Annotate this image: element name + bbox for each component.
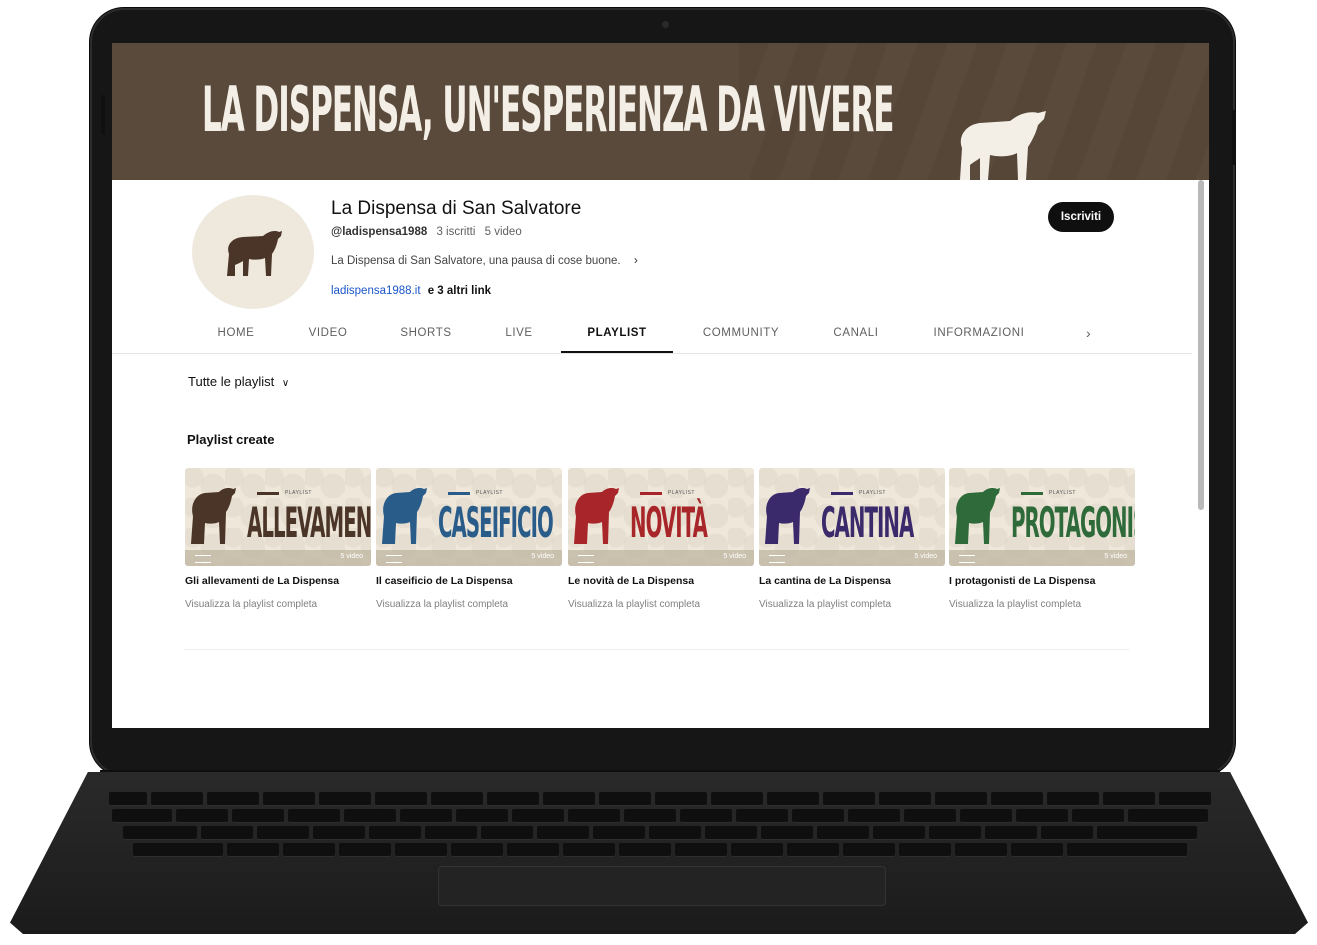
screen: LA DISPENSA, UN'ESPERIENZA DA VIVERE La … (112, 43, 1209, 728)
tag-text: PLAYLIST (668, 490, 695, 496)
tab-video[interactable]: VIDEO (298, 313, 358, 353)
thumbnail-word: CANTINA (821, 498, 914, 547)
playlist-thumbnail[interactable]: PLAYLIST CASEIFICIO 5 video (376, 468, 562, 566)
side-button (1232, 110, 1236, 165)
tab-canali[interactable]: CANALI (824, 313, 888, 353)
divider (184, 649, 1129, 650)
view-full-playlist-link[interactable]: Visualizza la playlist completa (376, 599, 562, 610)
video-count-badge: 5 video (340, 553, 363, 560)
video-count: 5 video (484, 226, 522, 238)
playlist-thumbnail[interactable]: PLAYLIST ALLEVAMENTI 5 video (185, 468, 371, 566)
bull-icon (955, 488, 1000, 544)
bull-icon (765, 488, 810, 544)
thumbnail-word: CASEIFICIO (438, 498, 554, 547)
thumbnail-tag: PLAYLIST (448, 490, 548, 496)
tab-playlist[interactable]: PLAYLIST (561, 313, 673, 353)
thumbnail-tag: PLAYLIST (257, 490, 357, 496)
thumbnail-tag: PLAYLIST (1021, 490, 1121, 496)
tab-live[interactable]: LIVE (496, 313, 542, 353)
channel-handle: @ladispensa1988 (331, 226, 428, 238)
tag-bar (448, 492, 470, 495)
playlist-icon (386, 555, 402, 563)
tab-shorts[interactable]: SHORTS (390, 313, 462, 353)
tab-informazioni[interactable]: INFORMAZIONI (924, 313, 1034, 353)
playlist-filter-label: Tutte le playlist (188, 374, 275, 389)
playlist-card[interactable]: PLAYLIST PROTAGONISTI 5 video I protagon… (949, 468, 1135, 610)
thumbnail-word: PROTAGONISTI (1011, 498, 1135, 547)
chevron-right-icon: › (633, 253, 638, 267)
thumbnail-tag: PLAYLIST (831, 490, 931, 496)
playlist-card[interactable]: PLAYLIST NOVITÀ 5 video Le novità de La … (568, 468, 754, 610)
playlist-card[interactable]: PLAYLIST ALLEVAMENTI 5 video Gli allevam… (185, 468, 371, 610)
tab-community[interactable]: COMMUNITY (694, 313, 788, 353)
view-full-playlist-link[interactable]: Visualizza la playlist completa (568, 599, 754, 610)
playlist-card[interactable]: PLAYLIST CASEIFICIO 5 video Il caseifici… (376, 468, 562, 610)
channel-description[interactable]: La Dispensa di San Salvatore, una pausa … (331, 253, 638, 267)
thumbnail-footer: 5 video (949, 550, 1135, 566)
bull-avatar-icon (227, 231, 282, 276)
section-title: Playlist create (187, 432, 275, 447)
video-count-badge: 5 video (531, 553, 554, 560)
tag-bar (640, 492, 662, 495)
subscriber-count: 3 iscritti (436, 226, 476, 238)
playlist-card[interactable]: PLAYLIST CANTINA 5 video La cantina de L… (759, 468, 945, 610)
view-full-playlist-link[interactable]: Visualizza la playlist completa (185, 599, 371, 610)
thumbnail-footer: 5 video (568, 550, 754, 566)
channel-tabs: HOME VIDEO SHORTS LIVE PLAYLIST COMMUNIT… (112, 313, 1192, 354)
view-full-playlist-link[interactable]: Visualizza la playlist completa (949, 599, 1135, 610)
channel-avatar[interactable] (192, 195, 314, 309)
thumbnail-footer: 5 video (376, 550, 562, 566)
tag-text: PLAYLIST (476, 490, 503, 496)
channel-links: ladispensa1988.it e 3 altri link (331, 285, 491, 297)
playlist-icon (959, 555, 975, 563)
playlist-thumbnail[interactable]: PLAYLIST PROTAGONISTI 5 video (949, 468, 1135, 566)
trackpad (438, 866, 886, 906)
bull-icon (574, 488, 619, 544)
bull-icon (382, 488, 427, 544)
bull-icon (191, 488, 236, 544)
playlist-title[interactable]: Gli allevamenti de La Dispensa (185, 575, 371, 587)
playlist-title[interactable]: La cantina de La Dispensa (759, 575, 945, 587)
channel-banner: LA DISPENSA, UN'ESPERIENZA DA VIVERE (112, 43, 1209, 180)
banner-title: LA DISPENSA, UN'ESPERIENZA DA VIVERE (202, 73, 894, 146)
subscribe-button[interactable]: Iscriviti (1048, 202, 1114, 232)
playlist-icon (769, 555, 785, 563)
playlist-thumbnail[interactable]: PLAYLIST CANTINA 5 video (759, 468, 945, 566)
tag-bar (831, 492, 853, 495)
bull-logo-icon (960, 111, 1046, 180)
channel-description-text: La Dispensa di San Salvatore, una pausa … (331, 255, 621, 267)
playlist-thumbnail[interactable]: PLAYLIST NOVITÀ 5 video (568, 468, 754, 566)
camera (662, 21, 669, 28)
tab-home[interactable]: HOME (204, 313, 268, 353)
thumbnail-word: NOVITÀ (630, 498, 708, 547)
thumbnail-footer: 5 video (759, 550, 945, 566)
chevron-down-icon: ∨ (281, 378, 290, 389)
scrollbar[interactable] (1198, 180, 1204, 510)
playlist-icon (195, 555, 211, 563)
tag-text: PLAYLIST (1049, 490, 1076, 496)
playlist-title[interactable]: Le novità de La Dispensa (568, 575, 754, 587)
tag-bar (1021, 492, 1043, 495)
thumbnail-tag: PLAYLIST (640, 490, 740, 496)
thumbnail-footer: 5 video (185, 550, 371, 566)
tabs-next-chevron-icon[interactable]: › (1086, 313, 1091, 353)
tag-text: PLAYLIST (859, 490, 886, 496)
playlist-filter-dropdown[interactable]: Tutte le playlist ∨ (188, 374, 289, 389)
channel-link-url[interactable]: ladispensa1988.it (331, 285, 421, 297)
playlist-title[interactable]: I protagonisti de La Dispensa (949, 575, 1135, 587)
keyboard-keys (70, 792, 1250, 862)
channel-name: La Dispensa di San Salvatore (331, 198, 582, 219)
video-count-badge: 5 video (723, 553, 746, 560)
view-full-playlist-link[interactable]: Visualizza la playlist completa (759, 599, 945, 610)
playlist-icon (578, 555, 594, 563)
channel-meta: @ladispensa1988 3 iscritti 5 video (331, 226, 522, 238)
video-count-badge: 5 video (914, 553, 937, 560)
tag-bar (257, 492, 279, 495)
channel-more-links[interactable]: e 3 altri link (428, 285, 491, 297)
side-button (101, 95, 105, 135)
thumbnail-word: ALLEVAMENTI (247, 498, 371, 547)
playlist-title[interactable]: Il caseificio de La Dispensa (376, 575, 562, 587)
video-count-badge: 5 video (1104, 553, 1127, 560)
tag-text: PLAYLIST (285, 490, 312, 496)
